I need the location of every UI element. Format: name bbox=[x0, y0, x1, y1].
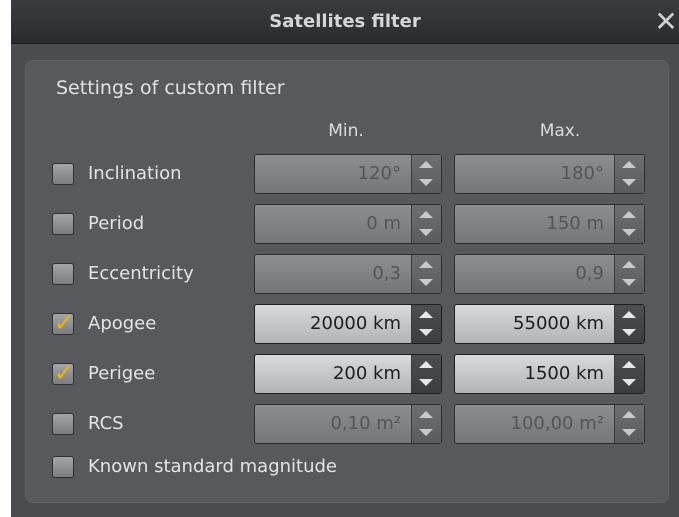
increment-arrow-icon[interactable] bbox=[615, 305, 643, 324]
inclination-checkbox[interactable] bbox=[52, 163, 74, 185]
filter-row-apogee: Apogee 20000 km 55000 km bbox=[26, 304, 670, 344]
panel-title: Settings of custom filter bbox=[56, 77, 285, 99]
perigee-max-value: 1500 km bbox=[524, 363, 605, 384]
filter-row-eccentricity: Eccentricity 0,3 0,9 bbox=[26, 254, 670, 294]
filter-row-period: Period 0 m 150 m bbox=[26, 204, 670, 244]
decrement-arrow-icon[interactable] bbox=[615, 224, 643, 243]
max-column-header: Max. bbox=[539, 121, 581, 141]
rcs-label: RCS bbox=[88, 413, 124, 434]
eccentricity-label: Eccentricity bbox=[88, 263, 194, 284]
decrement-arrow-icon[interactable] bbox=[412, 224, 440, 243]
decrement-arrow-icon[interactable] bbox=[615, 424, 643, 443]
spin-arrows bbox=[614, 155, 644, 193]
filter-row-rcs: RCS 0,10 m² 100,00 m² bbox=[26, 404, 670, 444]
apogee-checkbox[interactable] bbox=[52, 308, 74, 338]
increment-arrow-icon[interactable] bbox=[615, 355, 643, 374]
eccentricity-max-value: 0,9 bbox=[575, 263, 604, 284]
filter-row-known-magnitude: Known standard magnitude bbox=[26, 447, 670, 487]
increment-arrow-icon[interactable] bbox=[412, 205, 440, 224]
satellites-filter-window: Satellites filter ✕ Settings of custom f… bbox=[11, 0, 679, 517]
increment-arrow-icon[interactable] bbox=[615, 155, 643, 174]
rcs-min-value: 0,10 m² bbox=[330, 413, 401, 434]
spin-arrows bbox=[614, 355, 644, 393]
decrement-arrow-icon[interactable] bbox=[615, 324, 643, 343]
decrement-arrow-icon[interactable] bbox=[412, 174, 440, 193]
rcs-max-spinbox[interactable]: 100,00 m² bbox=[454, 404, 645, 444]
eccentricity-checkbox[interactable] bbox=[52, 263, 74, 285]
inclination-max-value: 180° bbox=[560, 163, 604, 184]
period-max-spinbox[interactable]: 150 m bbox=[454, 204, 645, 244]
spin-arrows bbox=[614, 255, 644, 293]
apogee-max-spinbox[interactable]: 55000 km bbox=[454, 304, 645, 344]
increment-arrow-icon[interactable] bbox=[412, 305, 440, 324]
period-checkbox[interactable] bbox=[52, 213, 74, 235]
apogee-label: Apogee bbox=[88, 313, 157, 334]
filter-row-inclination: Inclination 120° 180° bbox=[26, 154, 670, 194]
increment-arrow-icon[interactable] bbox=[615, 255, 643, 274]
decrement-arrow-icon[interactable] bbox=[615, 274, 643, 293]
close-icon[interactable]: ✕ bbox=[653, 6, 679, 38]
period-label: Period bbox=[88, 213, 145, 234]
inclination-max-spinbox[interactable]: 180° bbox=[454, 154, 645, 194]
spin-arrows bbox=[614, 405, 644, 443]
apogee-max-value: 55000 km bbox=[513, 313, 604, 334]
spin-arrows bbox=[614, 305, 644, 343]
eccentricity-max-spinbox[interactable]: 0,9 bbox=[454, 254, 645, 294]
increment-arrow-icon[interactable] bbox=[412, 405, 440, 424]
rcs-min-spinbox[interactable]: 0,10 m² bbox=[254, 404, 442, 444]
decrement-arrow-icon[interactable] bbox=[412, 324, 440, 343]
decrement-arrow-icon[interactable] bbox=[615, 374, 643, 393]
spin-arrows bbox=[411, 205, 441, 243]
filter-row-perigee: Perigee 200 km 1500 km bbox=[26, 354, 670, 394]
inclination-min-spinbox[interactable]: 120° bbox=[254, 154, 442, 194]
apogee-min-value: 20000 km bbox=[310, 313, 401, 334]
spin-arrows bbox=[411, 355, 441, 393]
decrement-arrow-icon[interactable] bbox=[412, 374, 440, 393]
inclination-min-value: 120° bbox=[357, 163, 401, 184]
increment-arrow-icon[interactable] bbox=[412, 155, 440, 174]
spin-arrows bbox=[411, 405, 441, 443]
custom-filter-panel: Settings of custom filter Min. Max. Incl… bbox=[25, 60, 669, 503]
spin-arrows bbox=[411, 255, 441, 293]
apogee-min-spinbox[interactable]: 20000 km bbox=[254, 304, 442, 344]
eccentricity-min-spinbox[interactable]: 0,3 bbox=[254, 254, 442, 294]
decrement-arrow-icon[interactable] bbox=[412, 274, 440, 293]
rcs-checkbox[interactable] bbox=[52, 413, 74, 435]
period-min-spinbox[interactable]: 0 m bbox=[254, 204, 442, 244]
title-bar[interactable]: Satellites filter ✕ bbox=[11, 0, 679, 44]
min-column-header: Min. bbox=[328, 121, 364, 141]
known-magnitude-label: Known standard magnitude bbox=[88, 456, 338, 477]
rcs-max-value: 100,00 m² bbox=[510, 413, 604, 434]
decrement-arrow-icon[interactable] bbox=[412, 424, 440, 443]
perigee-min-value: 200 km bbox=[332, 363, 401, 384]
decrement-arrow-icon[interactable] bbox=[615, 174, 643, 193]
period-max-value: 150 m bbox=[546, 213, 604, 234]
perigee-label: Perigee bbox=[88, 363, 156, 384]
eccentricity-min-value: 0,3 bbox=[372, 263, 401, 284]
perigee-max-spinbox[interactable]: 1500 km bbox=[454, 354, 645, 394]
spin-arrows bbox=[411, 305, 441, 343]
period-min-value: 0 m bbox=[366, 213, 401, 234]
increment-arrow-icon[interactable] bbox=[412, 255, 440, 274]
known-magnitude-checkbox[interactable] bbox=[52, 456, 74, 478]
increment-arrow-icon[interactable] bbox=[615, 205, 643, 224]
increment-arrow-icon[interactable] bbox=[412, 355, 440, 374]
perigee-min-spinbox[interactable]: 200 km bbox=[254, 354, 442, 394]
perigee-checkbox[interactable] bbox=[52, 358, 74, 388]
window-title: Satellites filter bbox=[269, 11, 421, 32]
increment-arrow-icon[interactable] bbox=[615, 405, 643, 424]
spin-arrows bbox=[614, 205, 644, 243]
inclination-label: Inclination bbox=[88, 163, 182, 184]
spin-arrows bbox=[411, 155, 441, 193]
